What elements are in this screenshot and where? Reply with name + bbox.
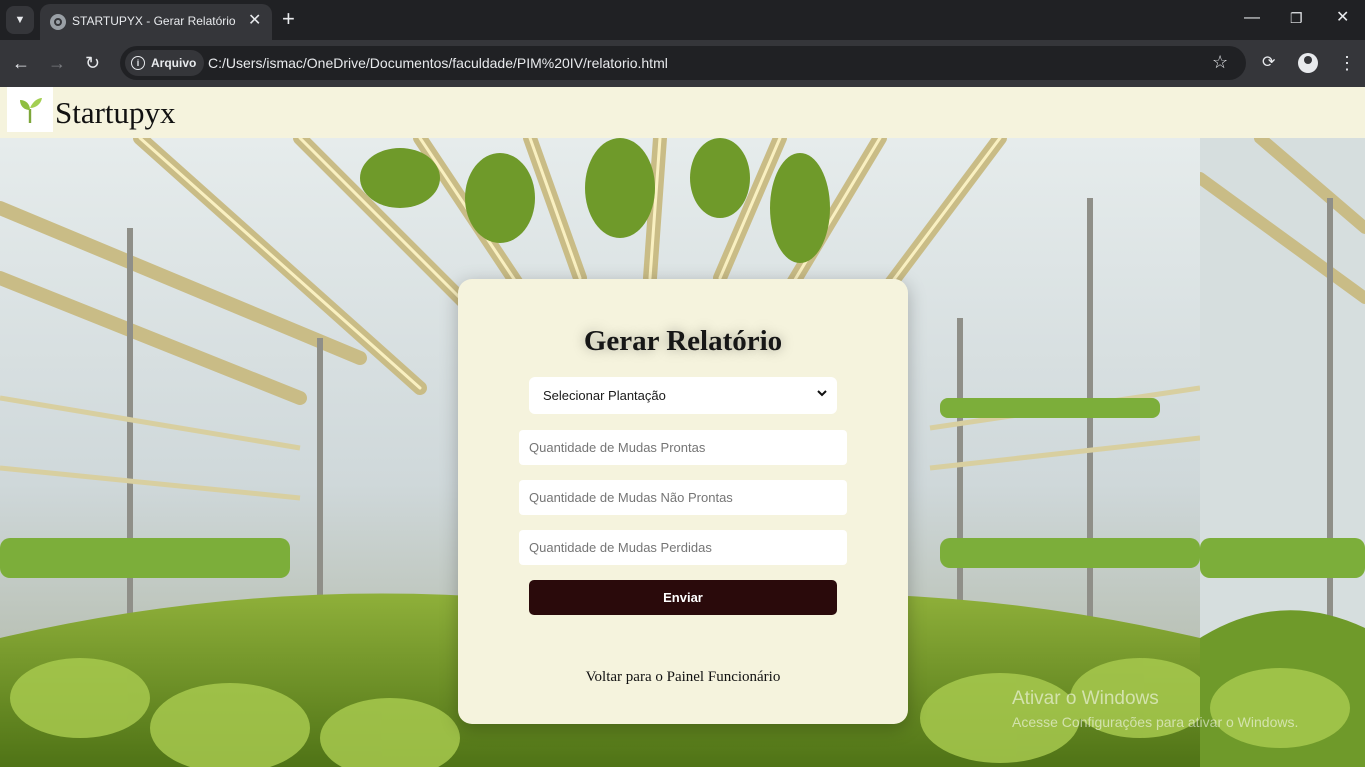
lost-seedlings-input[interactable] bbox=[519, 530, 847, 565]
seedling-icon bbox=[20, 97, 42, 123]
back-arrow-icon[interactable]: ← bbox=[12, 52, 30, 74]
reload-icon[interactable]: ↻ bbox=[85, 52, 100, 74]
minimize-icon[interactable]: — bbox=[1244, 8, 1260, 28]
site-info-chip[interactable]: i Arquivo bbox=[125, 50, 205, 76]
address-bar[interactable]: i Arquivo C:/Users/ismac/OneDrive/Docume… bbox=[120, 46, 1246, 80]
greenhouse-illustration-repeat bbox=[1200, 138, 1365, 767]
form-title: Gerar Relatório bbox=[583, 325, 783, 357]
browser-tab-strip: ▼ STARTUPYX - Gerar Relatório ✕ + — ❐ ✕ bbox=[0, 0, 1365, 40]
ready-seedlings-input[interactable] bbox=[519, 430, 847, 465]
site-info-label: Arquivo bbox=[151, 56, 197, 70]
site-header: Startupyx bbox=[0, 87, 1365, 138]
browser-tab-active[interactable]: STARTUPYX - Gerar Relatório ✕ bbox=[40, 4, 272, 40]
bookmark-star-icon[interactable]: ☆ bbox=[1212, 52, 1228, 72]
logo[interactable] bbox=[7, 87, 53, 132]
brand-name[interactable]: Startupyx bbox=[55, 95, 176, 131]
background-tile-repeat bbox=[1200, 138, 1365, 767]
back-to-employee-panel-link[interactable]: Voltar para o Painel Funcionário bbox=[458, 669, 908, 686]
url-text[interactable]: C:/Users/ismac/OneDrive/Documentos/facul… bbox=[208, 55, 668, 71]
info-icon: i bbox=[131, 56, 145, 70]
report-form-card: Gerar Relatório Selecionar Plantação Env… bbox=[458, 279, 908, 724]
extension-icon[interactable]: ⟳ bbox=[1262, 52, 1275, 74]
windows-activation-watermark: Ativar o Windows bbox=[1012, 688, 1159, 709]
not-ready-seedlings-input[interactable] bbox=[519, 480, 847, 515]
plantation-select[interactable]: Selecionar Plantação bbox=[529, 377, 837, 414]
tab-search-button[interactable]: ▼ bbox=[6, 6, 34, 34]
windows-activation-subtext: Acesse Configurações para ativar o Windo… bbox=[1012, 714, 1299, 730]
browser-menu-icon[interactable]: ⋮ bbox=[1338, 52, 1356, 74]
new-tab-icon[interactable]: + bbox=[282, 7, 295, 31]
submit-button[interactable]: Enviar bbox=[529, 580, 837, 615]
profile-avatar-icon[interactable] bbox=[1298, 53, 1318, 73]
globe-icon bbox=[50, 14, 66, 30]
chevron-down-icon bbox=[817, 390, 827, 397]
chevron-down-icon: ▼ bbox=[14, 14, 26, 26]
restore-icon[interactable]: ❐ bbox=[1290, 8, 1303, 28]
close-tab-icon[interactable]: ✕ bbox=[248, 12, 261, 30]
browser-toolbar: ← → ↻ i Arquivo C:/Users/ismac/OneDrive/… bbox=[0, 40, 1365, 87]
close-window-icon[interactable]: ✕ bbox=[1336, 8, 1349, 28]
tab-title: STARTUPYX - Gerar Relatório bbox=[72, 14, 236, 28]
plantation-select-value: Selecionar Plantação bbox=[543, 388, 666, 403]
forward-arrow-icon[interactable]: → bbox=[48, 52, 66, 74]
